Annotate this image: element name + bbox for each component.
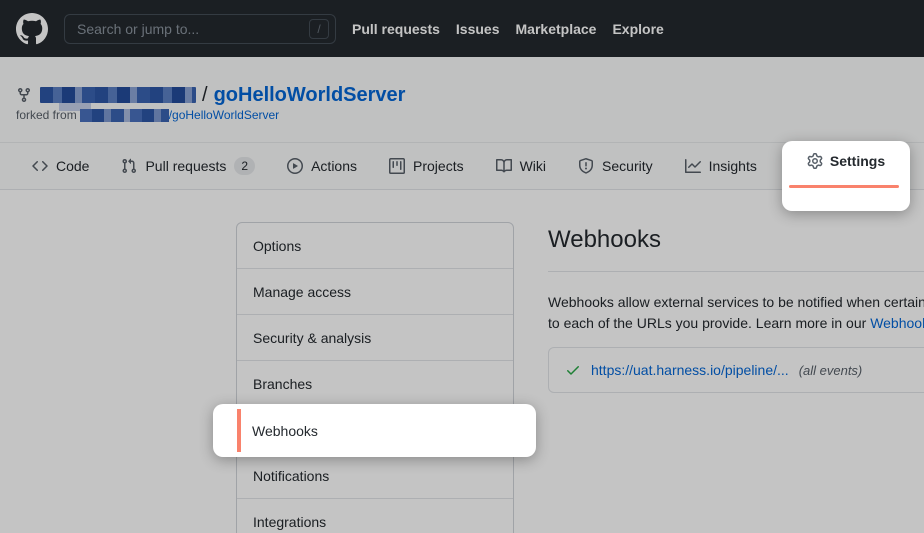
- gear-icon: [807, 153, 823, 169]
- webhooks-item-spotlight[interactable]: Webhooks: [213, 404, 536, 457]
- active-tab-underline: [789, 185, 899, 188]
- sidebar-item-webhooks-highlighted[interactable]: Webhooks: [252, 404, 318, 457]
- tab-settings-label: Settings: [830, 153, 885, 169]
- settings-tab-spotlight[interactable]: Settings: [782, 141, 910, 211]
- tab-settings[interactable]: Settings: [782, 153, 910, 169]
- active-item-indicator: [237, 409, 241, 452]
- github-webhooks-settings-page: / Pull requests Issues Marketplace Explo…: [0, 0, 924, 533]
